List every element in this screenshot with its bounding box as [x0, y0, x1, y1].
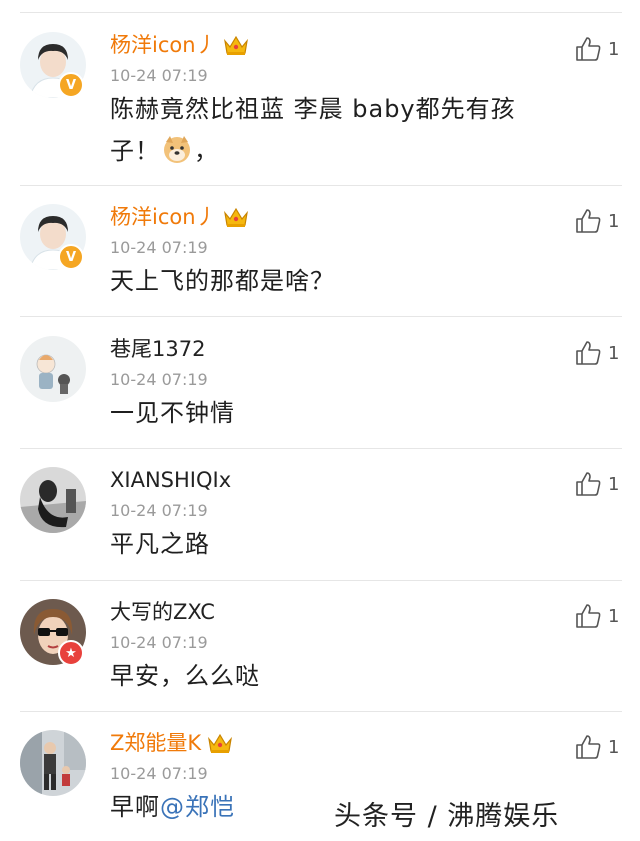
comment-time: 10-24 07:19	[110, 238, 208, 257]
comment-text-body: 早啊	[110, 793, 160, 821]
crown-icon	[223, 205, 249, 235]
username[interactable]: 大写的ZXC	[110, 600, 215, 624]
username-link[interactable]: 大写的ZXC	[110, 599, 215, 625]
like-count: 1	[608, 210, 620, 232]
divider	[20, 711, 622, 712]
avatar[interactable]	[20, 730, 86, 796]
like-count: 1	[608, 342, 620, 364]
comment-text: 早安，么么哒	[110, 662, 260, 690]
like-button[interactable]: 1	[574, 732, 622, 762]
comment-time: 10-24 07:19	[110, 501, 208, 520]
top-divider	[20, 12, 622, 13]
watermark: 头条号 / 沸腾娱乐	[334, 801, 560, 832]
like-count: 1	[608, 736, 620, 758]
comment-time: 10-24 07:19	[110, 66, 208, 85]
divider	[20, 448, 622, 449]
divider	[20, 185, 622, 186]
avatar[interactable]	[20, 467, 86, 533]
comment-text-tail: ，	[194, 137, 219, 165]
username[interactable]: 杨洋icon丿	[110, 205, 217, 229]
username[interactable]: 巷尾1372	[110, 337, 205, 361]
like-button[interactable]: 1	[574, 601, 622, 631]
divider	[20, 316, 622, 317]
verified-badge-icon: V	[58, 244, 84, 270]
username[interactable]: 杨洋icon丿	[110, 33, 217, 57]
avatar[interactable]	[20, 336, 86, 402]
thumbs-up-icon	[574, 35, 602, 63]
comment-text: 平凡之路	[110, 530, 210, 558]
like-button[interactable]: 1	[574, 338, 622, 368]
like-count: 1	[608, 38, 620, 60]
comment-text: 陈赫竟然比祖蓝 李晨 baby都先有孩子！，	[110, 88, 560, 172]
comment-time: 10-24 07:19	[110, 633, 208, 652]
like-count: 1	[608, 473, 620, 495]
username-link[interactable]: 杨洋icon丿	[110, 32, 249, 63]
username-link[interactable]: 杨洋icon丿	[110, 204, 249, 235]
thumbs-up-icon	[574, 470, 602, 498]
username[interactable]: XIANSHIQIx	[110, 468, 231, 492]
crown-icon	[223, 33, 249, 63]
username-link[interactable]: XIANSHIQIx	[110, 467, 231, 493]
thumbs-up-icon	[574, 733, 602, 761]
comment-time: 10-24 07:19	[110, 370, 208, 389]
comment-text: 一见不钟情	[110, 399, 235, 427]
like-button[interactable]: 1	[574, 206, 622, 236]
thumbs-up-icon	[574, 207, 602, 235]
like-button[interactable]: 1	[574, 469, 622, 499]
mention-link[interactable]: @郑恺	[160, 793, 235, 821]
thumbs-up-icon	[574, 339, 602, 367]
comment-text: 天上飞的那都是啥？	[110, 267, 335, 295]
star-badge-icon: ★	[58, 640, 84, 666]
thumbs-up-icon	[574, 602, 602, 630]
username-link[interactable]: Z郑能量K	[110, 730, 233, 761]
username[interactable]: Z郑能量K	[110, 731, 201, 755]
verified-badge-icon: V	[58, 72, 84, 98]
crown-icon	[207, 731, 233, 761]
username-link[interactable]: 巷尾1372	[110, 336, 205, 362]
divider	[20, 580, 622, 581]
comment-time: 10-24 07:19	[110, 764, 208, 783]
like-button[interactable]: 1	[574, 34, 622, 64]
doge-emoji-icon	[162, 134, 192, 164]
like-count: 1	[608, 605, 620, 627]
